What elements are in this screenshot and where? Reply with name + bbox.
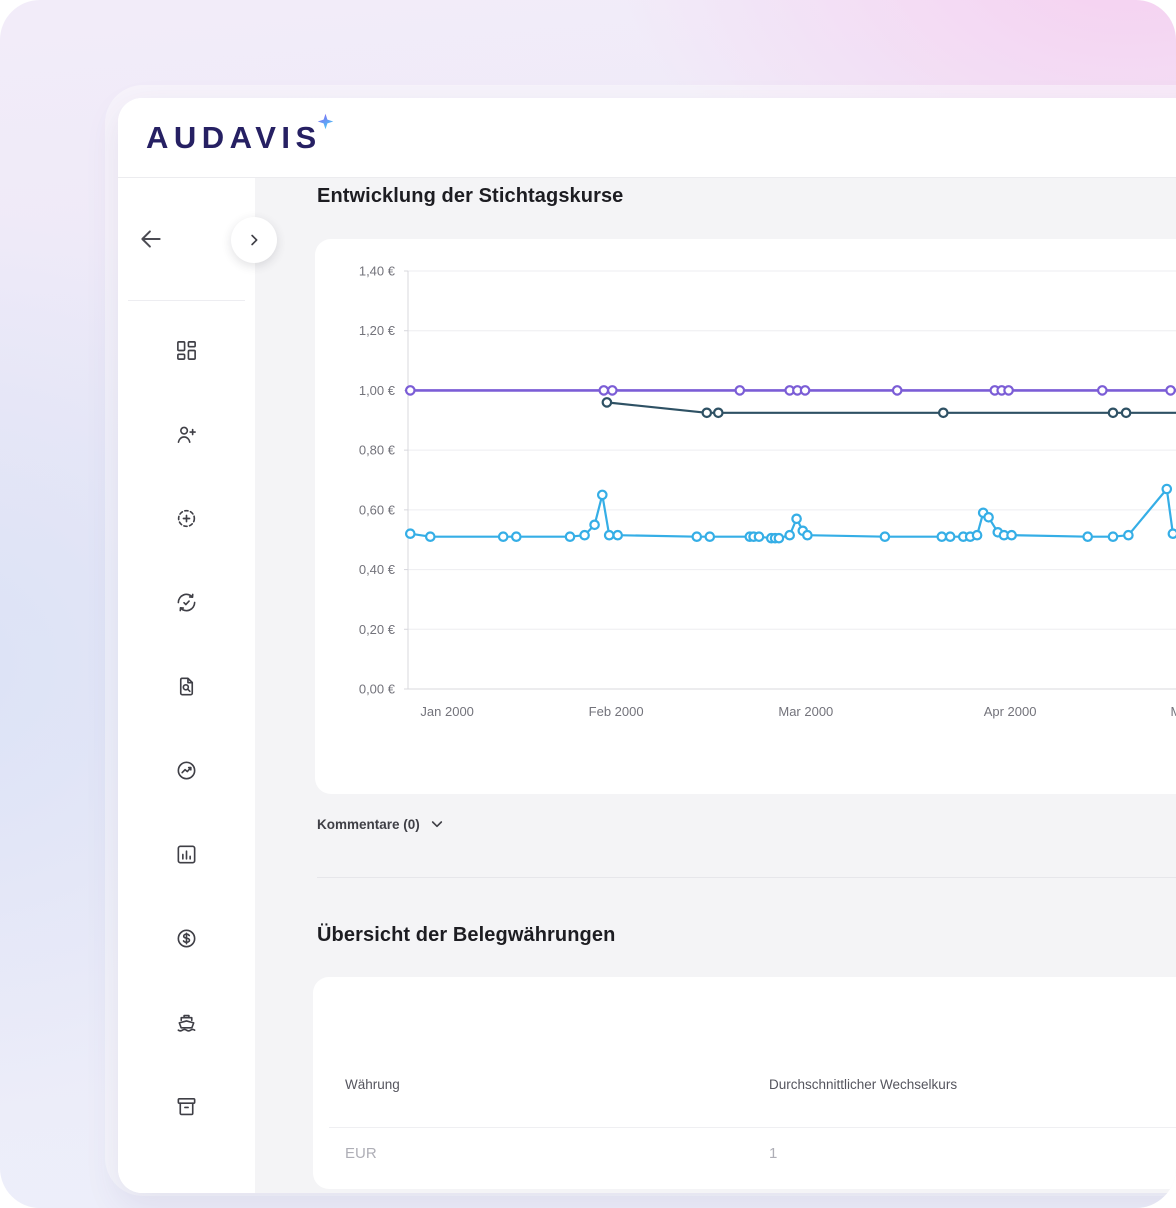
table-section-title: Übersicht der Belegwährungen bbox=[317, 924, 1176, 947]
sidebar-nav bbox=[118, 330, 255, 1126]
sidebar-item-sync-plus[interactable] bbox=[167, 498, 207, 538]
sidebar-expand-button[interactable] bbox=[231, 217, 277, 263]
table-row: EUR 1 bbox=[345, 1145, 1176, 1162]
exchange-rate-chart: 1,40 € 1,20 € 1,00 € 0,80 € 0,60 € 0,40 € 0,20… bbox=[315, 239, 1176, 794]
sidebar-item-dashboard[interactable] bbox=[167, 330, 207, 370]
svg-text:Jan 2000: Jan 2000 bbox=[420, 704, 474, 719]
page: AUDAVIS bbox=[0, 0, 1176, 1208]
sidebar-item-ship[interactable] bbox=[167, 1002, 207, 1042]
comments-toggle[interactable]: Kommentare (0) bbox=[317, 816, 445, 832]
currency-table-card: Währung Durchschnittlicher Wechselkurs E… bbox=[313, 977, 1176, 1189]
sidebar-item-currency-dollar[interactable] bbox=[167, 918, 207, 958]
sidebar-item-sync-check[interactable] bbox=[167, 582, 207, 622]
bar-chart-icon bbox=[175, 843, 198, 866]
ship-icon bbox=[175, 1011, 198, 1034]
brand-logo: AUDAVIS bbox=[146, 120, 322, 156]
main-content: Entwicklung der Stichtagskurse 1,40 € 1,2… bbox=[255, 178, 1176, 1193]
chevron-down-icon bbox=[429, 816, 445, 832]
svg-text:0,80 €: 0,80 € bbox=[359, 443, 396, 458]
chart-section-title: Entwicklung der Stichtagskurse bbox=[317, 185, 1176, 208]
svg-text:0,00 €: 0,00 € bbox=[359, 682, 396, 697]
column-header-avg-rate: Durchschnittlicher Wechselkurs bbox=[769, 1077, 1176, 1092]
gradient-background: AUDAVIS bbox=[0, 0, 1176, 1208]
svg-text:Mar 2000: Mar 2000 bbox=[778, 704, 833, 719]
sidebar-item-add-user[interactable] bbox=[167, 414, 207, 454]
table-header-row: Währung Durchschnittlicher Wechselkurs bbox=[345, 1077, 1176, 1092]
svg-text:May 2000: May 2000 bbox=[1170, 704, 1176, 719]
sync-plus-icon bbox=[175, 507, 198, 530]
app-window: AUDAVIS bbox=[118, 98, 1176, 1193]
document-search-icon bbox=[175, 675, 198, 698]
sidebar-item-trend-circle[interactable] bbox=[167, 750, 207, 790]
svg-text:0,20 €: 0,20 € bbox=[359, 622, 396, 637]
back-button[interactable] bbox=[138, 226, 164, 252]
svg-text:Apr 2000: Apr 2000 bbox=[984, 704, 1037, 719]
archive-icon bbox=[175, 1095, 198, 1118]
sync-check-icon bbox=[175, 591, 198, 614]
app-body: Entwicklung der Stichtagskurse 1,40 € 1,2… bbox=[118, 178, 1176, 1193]
trend-circle-icon bbox=[175, 759, 198, 782]
chart-card: 1,40 € 1,20 € 1,00 € 0,80 € 0,60 € 0,40 € 0,20… bbox=[315, 239, 1176, 794]
svg-text:1,20 €: 1,20 € bbox=[359, 323, 396, 338]
section-divider bbox=[317, 877, 1176, 878]
comments-label: Kommentare (0) bbox=[317, 817, 420, 832]
table-divider bbox=[329, 1127, 1176, 1128]
dashboard-icon bbox=[175, 339, 198, 362]
svg-text:0,40 €: 0,40 € bbox=[359, 562, 396, 577]
cell-avg-rate: 1 bbox=[769, 1145, 1176, 1162]
arrow-left-icon bbox=[138, 226, 164, 252]
column-header-currency: Währung bbox=[345, 1077, 769, 1092]
svg-text:0,60 €: 0,60 € bbox=[359, 502, 396, 517]
sparkle-icon bbox=[317, 113, 334, 130]
brand-logo-text: AUDAVIS bbox=[146, 120, 322, 155]
app-header: AUDAVIS bbox=[118, 98, 1176, 178]
chevron-right-icon bbox=[245, 231, 263, 249]
sidebar-item-bar-chart[interactable] bbox=[167, 834, 207, 874]
sidebar-divider bbox=[128, 300, 245, 301]
add-user-icon bbox=[175, 423, 198, 446]
currency-dollar-icon bbox=[175, 927, 198, 950]
sidebar-item-document-search[interactable] bbox=[167, 666, 207, 706]
svg-text:1,00 €: 1,00 € bbox=[359, 383, 396, 398]
svg-text:1,40 €: 1,40 € bbox=[359, 264, 396, 279]
svg-text:Feb 2000: Feb 2000 bbox=[589, 704, 644, 719]
sidebar-item-archive[interactable] bbox=[167, 1086, 207, 1126]
cell-currency: EUR bbox=[345, 1145, 769, 1162]
sidebar bbox=[118, 178, 255, 1193]
